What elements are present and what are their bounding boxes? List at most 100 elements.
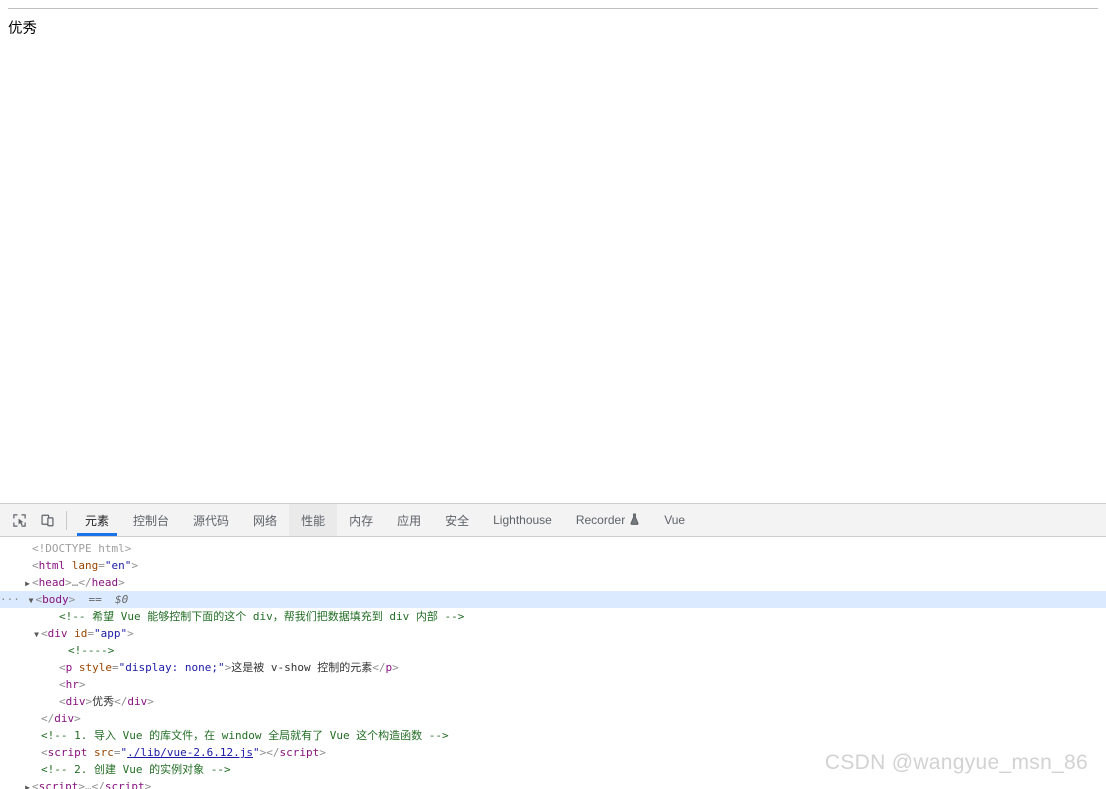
disclosure-triangle-expanded-icon[interactable]: ▼: [27, 592, 36, 609]
code-token-attr-n: id: [74, 627, 88, 640]
node-badge-icon[interactable]: ···: [0, 593, 27, 606]
devtools-panel: 元素 控制台 源代码 网络 性能 内存 应用 安全 Lighthouse Recorder Vue …: [0, 503, 1106, 789]
code-token-attr-n: lang: [71, 559, 99, 572]
dom-tree-row[interactable]: <!-- 1. 导入 Vue 的库文件，在 window 全局就有了 Vue 这…: [0, 727, 1106, 744]
devtools-tab-2[interactable]: 源代码: [181, 504, 241, 536]
code-token-punct: >: [392, 661, 399, 674]
code-token-txt: 这是被 v-show 控制的元素: [231, 661, 373, 674]
devtools-tab-7[interactable]: 安全: [433, 504, 481, 536]
code-token-punct: <: [32, 559, 39, 572]
dom-tree-row[interactable]: ▶ <script>…</script>: [0, 778, 1106, 789]
devtools-toolbar-icons: [0, 504, 64, 536]
code-token-txt: 优秀: [92, 695, 115, 708]
code-token-attr-v: "display: none;": [118, 661, 225, 674]
code-token-punct: >: [131, 559, 138, 572]
devtools-tab-3[interactable]: 网络: [241, 504, 289, 536]
code-token-punct: =: [113, 746, 121, 759]
dom-tree-row[interactable]: ▶ <head>…</head>: [0, 574, 1106, 591]
disclosure-triangle-expanded-icon[interactable]: ▼: [32, 626, 41, 643]
code-token-tag: script: [47, 746, 88, 759]
devtools-tab-list: 元素 控制台 源代码 网络 性能 内存 应用 安全 Lighthouse Recorder Vue: [73, 504, 1106, 536]
code-token-tag: head: [91, 576, 119, 589]
devtools-tab-0[interactable]: 元素: [73, 504, 121, 536]
code-token-punct: =: [98, 559, 105, 572]
page-horizontal-rule: [8, 8, 1098, 9]
dom-tree-row[interactable]: <p style="display: none;">这是被 v-show 控制的…: [0, 659, 1106, 676]
device-toolbar-icon[interactable]: [34, 507, 60, 533]
dom-tree-view[interactable]: <!DOCTYPE html> <html lang="en"> ▶ <head>……: [0, 537, 1106, 789]
code-token-tag: script: [279, 746, 320, 759]
code-token-comment: <!-- 2. 创建 Vue 的实例对象 -->: [41, 763, 231, 776]
code-token-punct: [65, 559, 72, 572]
code-token-attr-n: style: [78, 661, 112, 674]
devtools-tab-9[interactable]: Recorder: [564, 504, 652, 536]
dom-tree-row[interactable]: <html lang="en">: [0, 557, 1106, 574]
flask-icon: [629, 513, 640, 527]
disclosure-triangle-collapsed-icon[interactable]: ▶: [23, 779, 32, 789]
code-token-tag: div: [47, 627, 68, 640]
code-token-punct: <: [32, 780, 39, 789]
code-token-punct: >: [118, 576, 125, 589]
devtools-tab-4[interactable]: 性能: [289, 504, 338, 536]
devtools-tab-6[interactable]: 应用: [385, 504, 433, 536]
code-token-tag: body: [42, 593, 69, 606]
devtools-tab-label: 元素: [85, 513, 110, 528]
devtools-tab-1[interactable]: 控制台: [121, 504, 181, 536]
code-token-comment: <!-- 希望 Vue 能够控制下面的这个 div，帮我们把数据填充到 div …: [59, 610, 465, 623]
code-token-punct: </: [372, 661, 386, 674]
code-token-punct: <: [32, 576, 39, 589]
code-token-punct: </: [114, 695, 128, 708]
code-token-tag: script: [104, 780, 145, 789]
code-token-punct: >: [78, 780, 85, 789]
devtools-tab-label: Lighthouse: [493, 513, 552, 527]
page-rendered-text: 优秀: [8, 21, 37, 37]
devtools-tab-5[interactable]: 内存: [337, 504, 385, 536]
dom-tree-row[interactable]: <script src="./lib/vue-2.6.12.js"></scri…: [0, 744, 1106, 761]
devtools-tab-10[interactable]: Vue: [652, 504, 697, 536]
dom-tree-row[interactable]: <hr>: [0, 676, 1106, 693]
dom-tree-row[interactable]: <!---->: [0, 642, 1106, 659]
devtools-tab-8[interactable]: Lighthouse: [481, 504, 564, 536]
dom-tree-row[interactable]: ▼ <div id="app">: [0, 625, 1106, 642]
dom-tree-row[interactable]: <!-- 2. 创建 Vue 的实例对象 -->: [0, 761, 1106, 778]
code-token-attr-v: "en": [104, 559, 132, 572]
code-token-attr-v[interactable]: ./lib/vue-2.6.12.js: [127, 746, 253, 759]
devtools-tab-label: 性能: [301, 513, 326, 528]
page-viewport: 优秀: [0, 0, 1106, 503]
code-token-punct: <: [59, 678, 66, 691]
devtools-tab-label: 控制台: [133, 513, 170, 528]
code-token-punct: =: [112, 661, 119, 674]
dom-tree-row[interactable]: <!DOCTYPE html>: [0, 540, 1106, 557]
code-token-tag: div: [127, 695, 148, 708]
code-token-eq0: == $0: [75, 593, 129, 606]
dom-tree-row[interactable]: <!-- 希望 Vue 能够控制下面的这个 div，帮我们把数据填充到 div …: [0, 608, 1106, 625]
code-token-tag: script: [38, 780, 79, 789]
devtools-tabbar: 元素 控制台 源代码 网络 性能 内存 应用 安全 Lighthouse Recorder Vue: [0, 504, 1106, 537]
devtools-tab-label: Vue: [664, 513, 686, 527]
code-token-punct: >: [74, 712, 81, 725]
code-token-comment: <!-- 1. 导入 Vue 的库文件，在 window 全局就有了 Vue 这…: [41, 729, 449, 742]
code-token-punct: [72, 661, 79, 674]
code-token-punct: </: [91, 780, 105, 789]
devtools-tab-label: 应用: [397, 513, 422, 528]
dom-tree-row[interactable]: ··· ▼ <body> == $0: [0, 591, 1106, 608]
code-token-tag: head: [38, 576, 66, 589]
code-token-comment: <!---->: [68, 644, 115, 657]
toolbar-divider: [66, 510, 67, 530]
code-token-punct: >: [144, 780, 152, 789]
code-token-punct: >: [319, 746, 326, 759]
screenshot-root: 优秀 元素 控制台 源代码 网络 性能 内存 应用安全 Lighthouse R…: [0, 0, 1106, 789]
inspect-element-icon[interactable]: [6, 507, 32, 533]
dom-tree-row[interactable]: </div>: [0, 710, 1106, 727]
dom-tree-row[interactable]: <div>优秀</div>: [0, 693, 1106, 710]
disclosure-triangle-collapsed-icon[interactable]: ▶: [23, 575, 32, 592]
